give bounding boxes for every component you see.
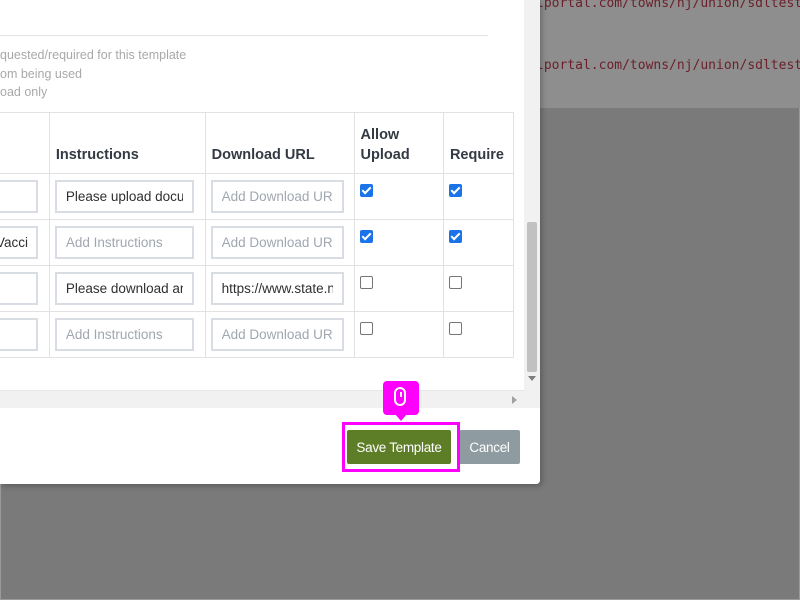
section-divider xyxy=(0,35,488,36)
required-checkbox[interactable] xyxy=(448,276,462,289)
documents-table: Instructions Download URL Allow Upload R… xyxy=(0,112,515,358)
instructions-input[interactable] xyxy=(54,180,194,213)
download-url-input[interactable] xyxy=(210,272,344,305)
allow-upload-checkbox[interactable] xyxy=(359,276,373,289)
vertical-scrollbar-thumb[interactable] xyxy=(527,222,537,372)
document-name-input[interactable] xyxy=(0,318,38,351)
scroll-right-arrow-icon[interactable] xyxy=(512,396,517,404)
header-allow-upload: Allow Upload xyxy=(353,112,444,174)
modal-scroll-area[interactable]: quested/required for this template om be… xyxy=(0,0,524,390)
background-url-line-1: lportal.com/towns/nj/union/sdltestin xyxy=(536,0,800,11)
table-row xyxy=(0,219,515,266)
allow-upload-checkbox[interactable] xyxy=(359,230,373,243)
horizontal-scrollbar[interactable] xyxy=(0,390,524,408)
header-instructions: Instructions xyxy=(48,112,206,174)
download-url-input[interactable] xyxy=(210,180,344,213)
template-modal: quested/required for this template om be… xyxy=(0,0,540,484)
background-page xyxy=(520,0,800,108)
table-row xyxy=(0,173,515,220)
download-url-input[interactable] xyxy=(210,318,344,351)
header-required: Require xyxy=(442,112,515,174)
background-url-line-2: lportal.com/towns/nj/union/sdltestin xyxy=(536,58,800,73)
note-line-3: oad only xyxy=(0,85,48,99)
table-row xyxy=(0,311,515,358)
instructions-input[interactable] xyxy=(54,226,194,259)
click-marker xyxy=(383,381,419,421)
cancel-button[interactable]: Cancel xyxy=(459,430,520,464)
scroll-down-arrow-icon[interactable] xyxy=(528,376,536,381)
header-download-url: Download URL xyxy=(204,112,355,174)
required-checkbox[interactable] xyxy=(448,230,462,243)
instructions-input[interactable] xyxy=(54,272,194,305)
document-name-input[interactable] xyxy=(0,180,38,213)
document-name-input[interactable] xyxy=(0,272,38,305)
header-name xyxy=(0,112,50,174)
click-target-highlight xyxy=(342,422,460,472)
note-line-2: om being used xyxy=(0,66,83,81)
table-header-row: Instructions Download URL Allow Upload R… xyxy=(0,112,515,174)
download-url-input[interactable] xyxy=(210,226,344,259)
allow-upload-checkbox[interactable] xyxy=(359,322,373,335)
allow-upload-checkbox[interactable] xyxy=(359,184,373,197)
note-line-1: quested/required for this template xyxy=(0,48,187,62)
scrollbar-corner xyxy=(524,390,540,408)
instructions-input[interactable] xyxy=(54,318,194,351)
vertical-scrollbar[interactable] xyxy=(524,0,540,390)
required-checkbox[interactable] xyxy=(448,184,462,197)
required-checkbox[interactable] xyxy=(448,322,462,335)
document-name-input[interactable] xyxy=(0,226,38,259)
mouse-icon xyxy=(394,387,406,406)
template-notes: quested/required for this template om be… xyxy=(0,46,186,102)
table-row xyxy=(0,265,515,312)
